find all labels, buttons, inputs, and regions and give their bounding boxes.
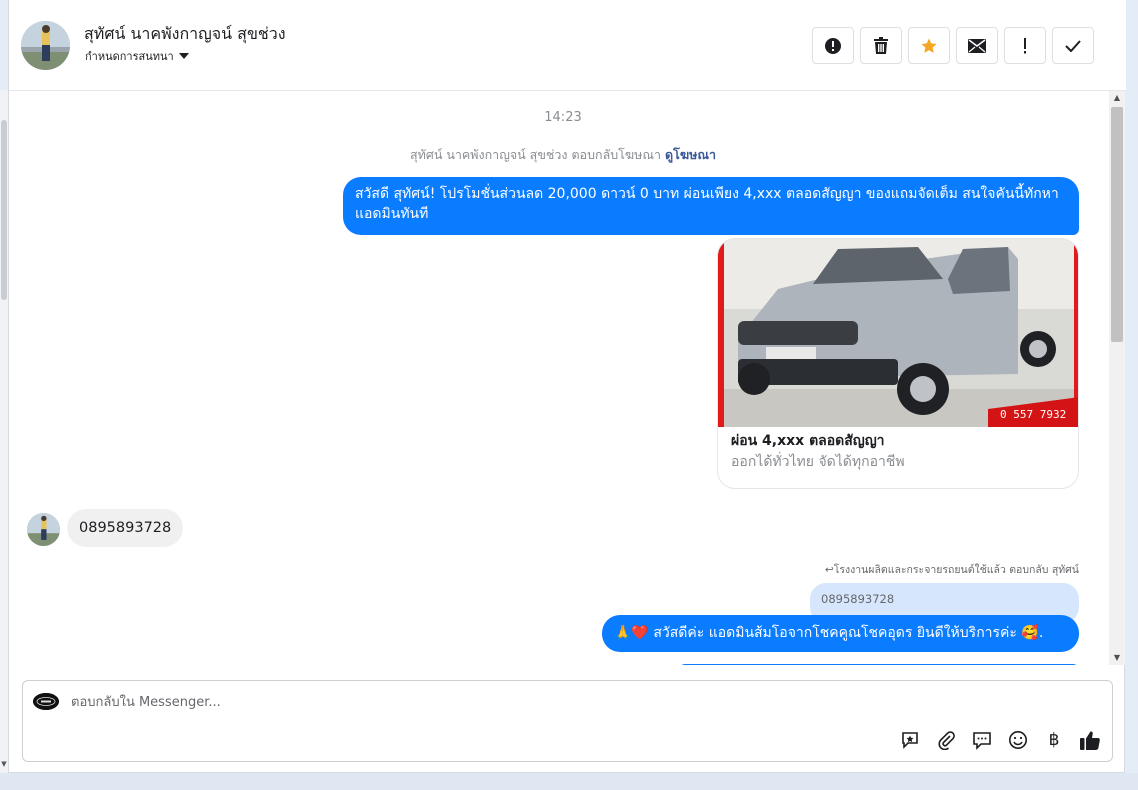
star-button[interactable] xyxy=(908,27,950,64)
report-spam-button[interactable] xyxy=(812,27,854,64)
attach-button[interactable] xyxy=(934,728,958,752)
thread-scrollbar[interactable]: ▲ ▼ xyxy=(1109,91,1125,665)
assign-conversation-dropdown[interactable]: กำหนดการสนทนา xyxy=(85,47,189,65)
message-composer: ฿ xyxy=(22,680,1113,762)
smiley-icon xyxy=(1009,731,1027,749)
star-icon xyxy=(921,38,937,53)
outgoing-message-reply[interactable]: 🙏❤️ สวัสดีค่ะ แอดมินส้มโอจากโชคคูณโชคอุด… xyxy=(602,615,1079,652)
saved-reply-icon xyxy=(902,732,918,749)
ad-description: ออกได้ทั่วไทย จัดได้ทุกอาชีพ xyxy=(731,454,905,470)
assign-conversation-label: กำหนดการสนทนา xyxy=(85,50,174,63)
ad-reply-text: สุทัศน์ นาคพังกาญจน์ สุขช่วง ตอบกลับโฆษณ… xyxy=(410,147,662,162)
mark-unread-button[interactable] xyxy=(956,27,998,64)
reply-context-note: ↩โรงงานผลิตและกระจายรถยนต์ใช้แล้ว ตอบกลั… xyxy=(825,561,1079,578)
message-thread[interactable]: 14:23 สุทัศน์ นาคพังกาญจน์ สุขช่วง ตอบกล… xyxy=(9,91,1109,665)
payment-button[interactable]: ฿ xyxy=(1042,728,1066,752)
scroll-up-arrow[interactable]: ▲ xyxy=(1109,91,1125,105)
conversation-header: สุทัศน์ นาคพังกาญจน์ สุขช่วง กำหนดการสนท… xyxy=(9,0,1126,91)
envelope-icon xyxy=(968,38,986,53)
reply-context-text: โรงงานผลิตและกระจายรถยนต์ใช้แล้ว ตอบกลับ… xyxy=(833,564,1079,576)
scroll-down-arrow[interactable]: ▼ xyxy=(1109,651,1125,665)
delete-button[interactable] xyxy=(860,27,902,64)
like-button[interactable] xyxy=(1078,728,1102,752)
ad-image-phone-text: 0 557 7932 xyxy=(1000,408,1066,421)
message-timestamp: 14:23 xyxy=(544,110,582,125)
quick-reply-button[interactable] xyxy=(970,728,994,752)
ad-title: ผ่อน 4,xxx ตลอดสัญญา xyxy=(731,433,885,449)
mark-done-button[interactable] xyxy=(1052,27,1094,64)
baht-icon: ฿ xyxy=(1048,730,1060,750)
reply-arrow-icon: ↩ xyxy=(824,564,834,576)
follow-up-button[interactable] xyxy=(1004,27,1046,64)
alert-circle-icon xyxy=(825,37,841,54)
trash-icon xyxy=(874,36,888,54)
outgoing-message-partial[interactable] xyxy=(679,664,1079,665)
page-bottom-strip xyxy=(0,773,1138,790)
ad-preview-card[interactable]: 0 557 7932 ผ่อน 4,xxx ตลอดสัญญา ออกได้ทั… xyxy=(717,238,1079,489)
thread-scrollbar-thumb[interactable] xyxy=(1111,107,1123,342)
saved-reply-button[interactable] xyxy=(898,728,922,752)
outer-scroll-down-arrow[interactable]: ▼ xyxy=(0,760,8,770)
paperclip-icon xyxy=(938,731,955,750)
outer-scrollbar-thumb[interactable] xyxy=(1,120,7,300)
page-avatar xyxy=(33,693,59,710)
conversation-panel: สุทัศน์ นาคพังกาญจน์ สุขช่วง กำหนดการสนท… xyxy=(8,0,1126,773)
outgoing-message[interactable]: สวัสดี สุทัศน์! โปรโมชั่นส่วนลด 20,000 ด… xyxy=(343,177,1079,235)
header-actions xyxy=(812,27,1094,64)
contact-name: สุทัศน์ นาคพังกาญจน์ สุขช่วง xyxy=(84,24,286,43)
reply-input[interactable] xyxy=(71,691,671,713)
car-ad-image: 0 557 7932 xyxy=(718,239,1078,427)
chat-bubble-icon xyxy=(973,732,991,750)
contact-avatar[interactable] xyxy=(21,21,70,70)
view-ad-link[interactable]: ดูโฆษณา xyxy=(665,147,716,162)
ad-reply-notice: สุทัศน์ นาคพังกาญจน์ สุขช่วง ตอบกลับโฆษณ… xyxy=(9,145,1109,165)
checkmark-icon xyxy=(1065,39,1081,52)
incoming-sender-avatar[interactable] xyxy=(27,513,60,546)
caret-down-icon xyxy=(178,53,189,59)
incoming-message[interactable]: 0895893728 xyxy=(67,509,184,547)
outer-scrollbar[interactable] xyxy=(0,90,8,773)
emoji-button[interactable] xyxy=(1006,728,1030,752)
composer-tools: ฿ xyxy=(898,728,1102,752)
exclamation-icon xyxy=(1024,37,1026,53)
thumbs-up-icon xyxy=(1080,731,1100,750)
